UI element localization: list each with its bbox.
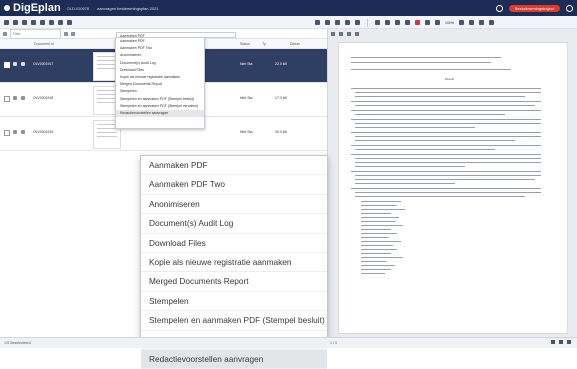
- first-page-icon[interactable]: [551, 340, 555, 344]
- main-toolbar: 100%: [0, 16, 577, 29]
- mail-icon[interactable]: [31, 19, 36, 25]
- row-checkbox[interactable]: [4, 62, 10, 68]
- page-indicator[interactable]: 1 / 3: [330, 341, 337, 345]
- zoom-level[interactable]: 100%: [445, 21, 454, 25]
- folder-icon[interactable]: [22, 19, 27, 25]
- title-bar: DigEplan OLD-ID0676 aanvragen bestemming…: [0, 0, 577, 16]
- next-page-icon[interactable]: [567, 340, 571, 344]
- user-id: OLD-ID0676: [66, 5, 90, 11]
- zoom-in-icon[interactable]: [458, 20, 464, 25]
- small-menu-item[interactable]: Redactievoorstellen aanvragen: [116, 109, 204, 118]
- small-menu-field[interactable]: Aanmaken PDF: [116, 32, 236, 38]
- small-menu-item[interactable]: Stempelen en aanmaken PDF (Stempel verva…: [116, 103, 204, 110]
- row-checkbox[interactable]: [4, 96, 10, 102]
- document-icon: [13, 130, 17, 134]
- pen-icon[interactable]: [375, 20, 380, 25]
- export-icon[interactable]: [58, 19, 63, 25]
- small-context-menu: Aanmaken PDF Aanmaken PDF Aanmaken PDF T…: [115, 32, 236, 129]
- menu-item-merged-report[interactable]: Merged Documents Report: [141, 272, 327, 292]
- menu-item-download-files[interactable]: Download Files: [141, 234, 327, 253]
- grid-icon[interactable]: [315, 20, 320, 25]
- filter-icon[interactable]: [67, 19, 72, 25]
- small-menu-item[interactable]: Stempelen en aanmaken PDF (Stempel beslu…: [116, 96, 204, 103]
- copy-icon[interactable]: [49, 19, 54, 25]
- row-size: 17.3 kB: [275, 96, 287, 100]
- zoom-out-icon[interactable]: [468, 20, 474, 25]
- column-date[interactable]: Datum: [290, 42, 300, 46]
- workflow-badge[interactable]: Besluitvormingstraject: [508, 4, 560, 12]
- eraser-icon[interactable]: [425, 20, 430, 25]
- document-icon: [13, 62, 17, 66]
- row-status: Niet Sta: [240, 96, 253, 100]
- menu-item-stempel-besluit[interactable]: Stempelen en aanmaken PDF (Stempel beslu…: [141, 311, 327, 331]
- document-icon: [13, 96, 17, 100]
- highlight-icon[interactable]: [385, 20, 390, 25]
- small-menu-item[interactable]: Download Files: [116, 67, 204, 74]
- selection-count: 1/3 Geselecteerd: [4, 341, 31, 345]
- text-icon[interactable]: [355, 20, 360, 25]
- more-icon[interactable]: [355, 31, 359, 36]
- small-menu-item[interactable]: Document(s) Audit Log: [116, 60, 204, 67]
- row-size: 22.0 kB: [275, 62, 287, 66]
- refresh-icon[interactable]: [71, 31, 75, 36]
- list-icon[interactable]: [325, 20, 330, 25]
- preview-heading: Besluit:: [445, 77, 455, 81]
- fullscreen-icon[interactable]: [488, 20, 494, 25]
- document-id: OLV0001919: [33, 130, 54, 134]
- settings-icon[interactable]: [339, 31, 343, 36]
- row-status: Niet Sta: [240, 62, 253, 66]
- clear-filter-icon[interactable]: [64, 31, 68, 36]
- prev-page-icon[interactable]: [559, 340, 563, 344]
- menu-item-aanmaken-pdf-two[interactable]: Aanmaken PDF Two: [141, 175, 327, 195]
- search-icon[interactable]: [347, 31, 351, 36]
- download-icon[interactable]: [335, 20, 340, 25]
- table-icon[interactable]: [345, 20, 350, 25]
- document-id: OLV0001917: [33, 62, 54, 66]
- info-icon[interactable]: [21, 130, 25, 134]
- menu-item-anonimiseren[interactable]: Anonimiseren: [141, 195, 327, 215]
- preview-toolbar: [328, 29, 577, 38]
- toolbar-separator: [367, 18, 368, 27]
- row-size: 40.0 kB: [275, 130, 287, 134]
- rotate-icon[interactable]: [435, 20, 440, 25]
- digeplan-app: DigEplan OLD-ID0676 aanvragen bestemming…: [0, 0, 577, 369]
- small-menu-item[interactable]: Merged Documents Report: [116, 81, 204, 88]
- small-menu-item[interactable]: Aanmaken PDF Two: [116, 45, 204, 52]
- search-icon: [3, 31, 7, 36]
- user-avatar-icon[interactable]: [566, 4, 573, 12]
- fit-page-icon[interactable]: [478, 20, 484, 25]
- column-status[interactable]: Status: [240, 42, 250, 46]
- filter-input[interactable]: [10, 28, 61, 39]
- save-icon[interactable]: [13, 19, 18, 25]
- app-logo: DigEplan: [0, 2, 61, 14]
- small-menu-item[interactable]: Anonimiseren: [116, 52, 204, 59]
- settings-icon[interactable]: [495, 4, 503, 12]
- context-menu: Aanmaken PDF Aanmaken PDF Two Anonimiser…: [140, 155, 334, 369]
- preview-pane: Besluit:: [328, 29, 577, 337]
- shape-icon[interactable]: [395, 20, 400, 25]
- info-icon[interactable]: [21, 62, 25, 66]
- menu-item-kopie-registratie[interactable]: Kopie als nieuwe registratie aanmaken: [141, 253, 327, 273]
- column-document-id[interactable]: Document id: [34, 42, 54, 46]
- stamp-icon[interactable]: [405, 20, 410, 25]
- menu-item-stempelen[interactable]: Stempelen: [141, 292, 327, 312]
- small-menu-item[interactable]: Stempelen: [116, 88, 204, 95]
- row-checkbox[interactable]: [4, 130, 10, 136]
- row-status: Niet Sta: [240, 130, 253, 134]
- column-type[interactable]: Ty: [262, 42, 266, 46]
- redact-icon[interactable]: [415, 20, 420, 25]
- status-bar: 1/3 Geselecteerd 1 / 3: [0, 337, 577, 348]
- menu-item-aanmaken-pdf[interactable]: Aanmaken PDF: [141, 156, 327, 176]
- document-id: OLV0001918: [33, 96, 54, 100]
- open-icon[interactable]: [4, 19, 9, 25]
- print-icon[interactable]: [40, 19, 45, 25]
- small-menu-item[interactable]: Aanmaken PDF: [116, 38, 204, 45]
- document-page: Besluit:: [338, 42, 568, 334]
- filter-icon[interactable]: [331, 31, 335, 36]
- small-menu-item[interactable]: Kopie als nieuwe registratie aanmaken: [116, 74, 204, 81]
- info-icon[interactable]: [21, 96, 25, 100]
- menu-item-audit-log[interactable]: Document(s) Audit Log: [141, 214, 327, 234]
- menu-item-redactievoorstellen[interactable]: Redactievoorstellen aanvragen: [141, 349, 327, 369]
- document-title[interactable]: aanvragen bestemmingsplan 2021: [97, 6, 158, 11]
